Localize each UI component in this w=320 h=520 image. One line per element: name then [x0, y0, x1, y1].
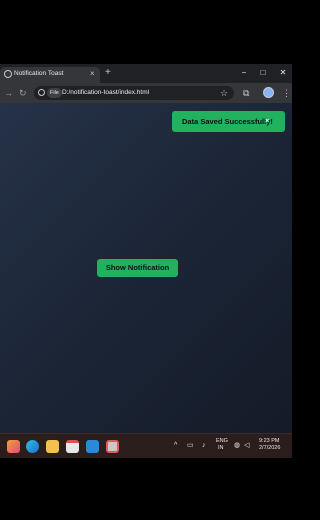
menu-icon[interactable]: ⋮	[282, 87, 291, 99]
browser-toolbar: → ↻ File D:/notification-toast/index.htm…	[0, 83, 292, 103]
chevron-up-icon[interactable]: ^	[174, 441, 177, 451]
page-content: Data Saved Successfully! × Show Notifica…	[0, 103, 292, 433]
volume-icon[interactable]: ◁	[244, 441, 249, 451]
browser-tab[interactable]: Notification Toast ×	[0, 67, 100, 83]
reload-icon[interactable]: ↻	[19, 87, 27, 99]
vscode-icon[interactable]	[86, 440, 99, 453]
screen: Notification Toast × + − □ ✕ → ↻ File D:…	[0, 64, 292, 458]
minimize-icon[interactable]: −	[237, 67, 251, 79]
back-icon[interactable]: →	[4, 87, 13, 99]
notification-toast: Data Saved Successfully! ×	[172, 111, 285, 132]
edge-icon[interactable]	[26, 440, 39, 453]
file-explorer-icon[interactable]	[46, 440, 59, 453]
taskbar: ^ ▭ ♪ ENG IN ◍ ◁ 9:23 PM 2/7/2026	[0, 433, 292, 458]
toast-close-icon[interactable]: ×	[265, 111, 269, 132]
tab-title: Notification Toast	[14, 70, 64, 77]
calendar-icon[interactable]	[66, 440, 79, 453]
tab-close-icon[interactable]: ×	[90, 69, 95, 79]
bookmark-star-icon[interactable]: ☆	[220, 87, 228, 99]
clock-date: 2/7/2026	[259, 445, 281, 451]
maximize-icon[interactable]: □	[256, 67, 270, 79]
file-chip: File	[47, 88, 62, 98]
url-text[interactable]: D:/notification-toast/index.html	[62, 88, 149, 98]
copilot-icon[interactable]	[7, 440, 20, 453]
chat-icon[interactable]: ▭	[187, 441, 194, 451]
region-indicator: IN	[218, 445, 224, 451]
window-close-icon[interactable]: ✕	[276, 67, 290, 79]
extensions-icon[interactable]: ⧉	[243, 87, 249, 99]
browser-tab-strip: Notification Toast × + − □ ✕	[0, 64, 292, 83]
toast-message: Data Saved Successfully!	[182, 117, 273, 126]
globe-icon	[4, 70, 12, 78]
profile-avatar[interactable]	[263, 87, 274, 98]
address-bar[interactable]: File D:/notification-toast/index.html ☆	[34, 86, 234, 100]
language-indicator[interactable]: ENG	[216, 438, 228, 445]
clock-time[interactable]: 9:23 PM	[259, 438, 279, 445]
show-notification-button[interactable]: Show Notification	[97, 259, 178, 277]
snipping-tool-icon[interactable]	[106, 440, 119, 453]
network-icon[interactable]: ◍	[234, 441, 240, 451]
info-icon[interactable]	[38, 89, 45, 96]
microphone-icon[interactable]: ♪	[202, 441, 206, 451]
new-tab-icon[interactable]: +	[105, 67, 111, 79]
